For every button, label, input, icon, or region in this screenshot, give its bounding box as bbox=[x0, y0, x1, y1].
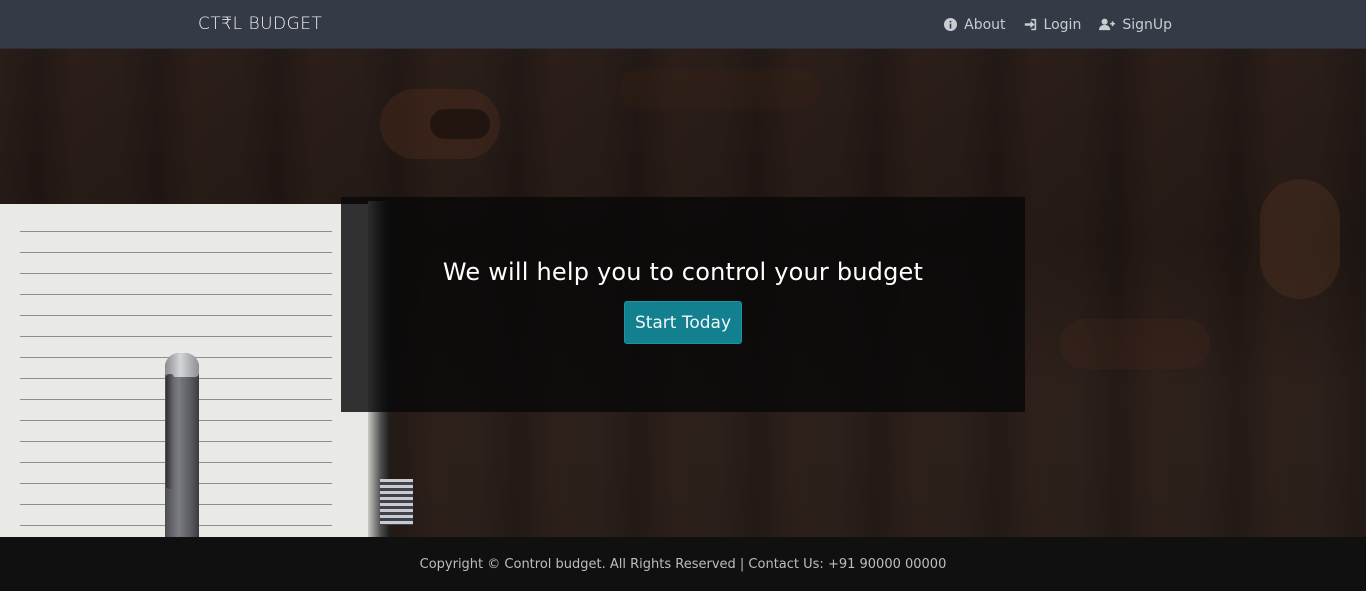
nav-link-about[interactable]: About bbox=[944, 16, 1006, 33]
brand-logo[interactable]: CT₹L BUDGET bbox=[198, 14, 322, 34]
hero-overlay-box: We will help you to control your budget … bbox=[341, 197, 1025, 412]
wood-grain bbox=[430, 109, 490, 139]
nav-link-login[interactable]: Login bbox=[1024, 16, 1082, 33]
start-today-button[interactable]: Start Today bbox=[624, 301, 742, 344]
footer: Copyright © Control budget. All Rights R… bbox=[0, 537, 1366, 591]
pen-clip bbox=[166, 374, 174, 489]
wood-grain bbox=[1260, 179, 1340, 299]
info-circle-icon bbox=[944, 18, 958, 31]
nav-link-signup[interactable]: SignUp bbox=[1099, 17, 1172, 33]
wood-grain bbox=[1060, 319, 1210, 369]
top-navbar: CT₹L BUDGET About Login SignUp bbox=[0, 0, 1366, 49]
nav-links: About Login SignUp bbox=[944, 0, 1172, 49]
wood-grain bbox=[620, 69, 820, 109]
notebook-bookmark bbox=[380, 479, 413, 525]
nav-link-label: SignUp bbox=[1122, 16, 1172, 33]
nav-link-label: Login bbox=[1043, 16, 1082, 33]
hero-title: We will help you to control your budget bbox=[442, 258, 924, 286]
hero-section: We will help you to control your budget … bbox=[0, 49, 1366, 537]
user-plus-icon bbox=[1099, 18, 1116, 31]
sign-in-icon bbox=[1024, 18, 1037, 31]
nav-link-label: About bbox=[964, 16, 1006, 33]
footer-text: Copyright © Control budget. All Rights R… bbox=[419, 556, 947, 572]
